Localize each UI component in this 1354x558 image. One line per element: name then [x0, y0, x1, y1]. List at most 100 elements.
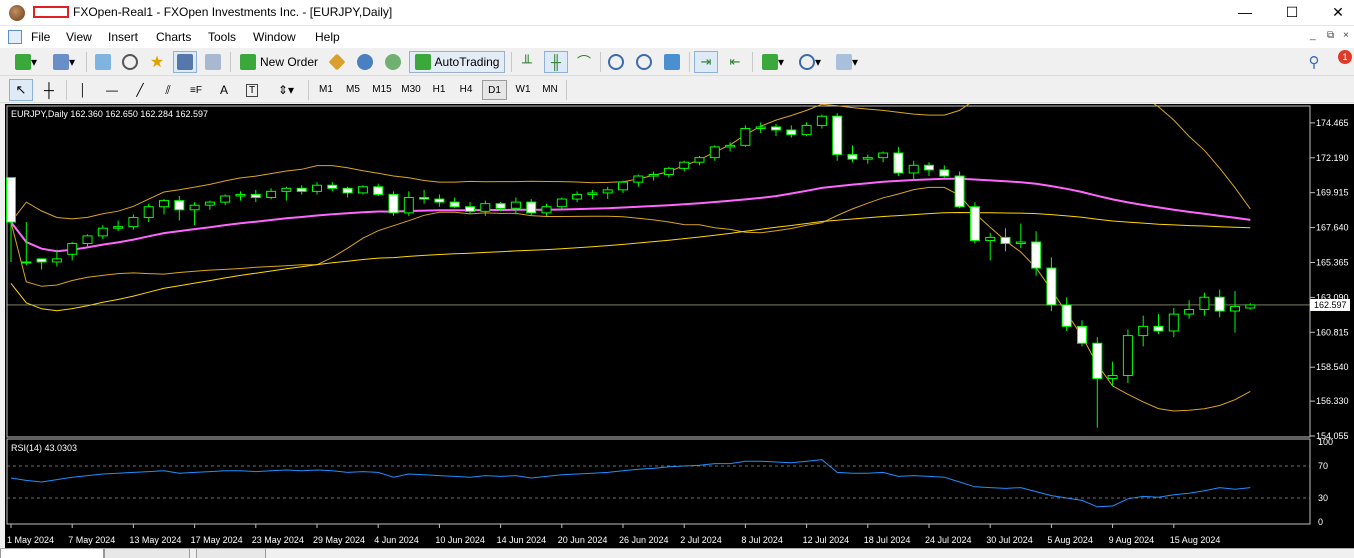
date-tick-label: 26 Jun 2024	[619, 535, 669, 545]
candle-body	[1168, 313, 1179, 332]
menu-view[interactable]: View	[66, 30, 92, 44]
timeframe-m1[interactable]: M1	[313, 80, 339, 100]
maximize-button[interactable]: ☐	[1269, 0, 1315, 26]
timeframe-mn[interactable]: MN	[538, 80, 562, 100]
search-button[interactable]: ⚲	[1304, 51, 1324, 73]
candle-body	[924, 164, 934, 171]
date-tick-label: 13 May 2024	[129, 535, 181, 545]
strategy-tester-button[interactable]	[202, 51, 224, 73]
timeframe-m15[interactable]: M15	[367, 80, 397, 100]
price-axis: 174.465172.190169.915167.640165.365163.0…	[1310, 118, 1350, 441]
menu-insert[interactable]: Insert	[108, 30, 138, 44]
close-button[interactable]: ✕	[1315, 0, 1354, 26]
metaeditor-button[interactable]	[326, 51, 348, 73]
zoom-in-button[interactable]	[605, 51, 627, 73]
candle-body	[220, 195, 231, 203]
candle-body	[648, 174, 659, 177]
timeframe-h1[interactable]: H1	[427, 80, 451, 100]
channel-tool[interactable]: ⫽	[157, 79, 179, 101]
candle-body	[847, 154, 858, 160]
crosshair-tool[interactable]: ┼	[38, 79, 60, 101]
candle-body	[541, 206, 552, 214]
candle-body	[755, 126, 766, 129]
candle-body	[572, 193, 583, 200]
indicators-icon	[761, 54, 778, 70]
chart-shift-button[interactable]: ⇤	[724, 51, 746, 73]
menu-file[interactable]: File	[31, 30, 50, 44]
market-watch-button[interactable]	[92, 51, 114, 73]
zoom-out-button[interactable]	[633, 51, 655, 73]
menu-charts[interactable]: Charts	[156, 30, 191, 44]
timeframe-h4[interactable]: H4	[454, 80, 478, 100]
menu-window[interactable]: Window	[253, 30, 296, 44]
text-label-tool[interactable]: T	[241, 79, 263, 101]
arrows-tool[interactable]: ⇕▾	[270, 79, 302, 101]
candle-body	[786, 129, 797, 136]
indicators-button[interactable]: ▾	[757, 51, 789, 73]
candlestick-button[interactable]: ╫	[544, 51, 568, 73]
bar-chart-button[interactable]: ╨	[516, 51, 538, 73]
terminal-button[interactable]	[173, 51, 197, 73]
price-tick-label: 174.465	[1316, 118, 1349, 128]
tile-windows-icon	[664, 54, 680, 70]
text-icon: A	[219, 83, 228, 97]
candle-body	[1077, 325, 1087, 344]
templates-button[interactable]: ▾	[831, 51, 863, 73]
line-chart-button[interactable]: ⌒	[573, 51, 595, 73]
new-order-button[interactable]: New Order	[236, 51, 322, 73]
tile-windows-button[interactable]	[661, 51, 683, 73]
candle-body	[1000, 236, 1011, 245]
search-icon: ⚲	[1308, 54, 1320, 71]
date-tick-label: 18 Jul 2024	[864, 535, 911, 545]
mdi-close-button[interactable]: ×	[1343, 30, 1349, 41]
trendline-tool[interactable]: ╱	[129, 79, 151, 101]
vertical-line-tool[interactable]: │	[72, 79, 94, 101]
autotrading-button[interactable]: AutoTrading	[409, 51, 505, 73]
mdi-restore-button[interactable]: ⧉	[1327, 30, 1334, 41]
signals-button[interactable]	[354, 51, 376, 73]
timeframe-w1[interactable]: W1	[511, 80, 535, 100]
text-tool[interactable]: A	[213, 79, 235, 101]
rsi-tick-label: 100	[1318, 437, 1333, 447]
candle-body	[174, 200, 185, 211]
title-bar: FXOpen-Real1 - FXOpen Investments Inc. -…	[0, 0, 1354, 26]
chart-canvas[interactable]: EURJPY,Daily 162.360 162.650 162.284 162…	[5, 69, 1354, 548]
periods-button[interactable]: ▾	[794, 51, 826, 73]
candle-body	[1061, 304, 1072, 327]
cursor-tool[interactable]: ↖	[9, 79, 33, 101]
candle-body	[878, 152, 889, 159]
candle-body	[633, 175, 644, 183]
new-order-label: New Order	[259, 55, 318, 69]
trendline-icon: ╱	[136, 83, 144, 97]
menu-help[interactable]: Help	[315, 30, 340, 44]
candle-body	[969, 206, 980, 241]
profiles-button[interactable]: ▾	[48, 51, 80, 73]
crosshair-icon: ┼	[44, 82, 54, 98]
horizontal-line-tool[interactable]: —	[101, 79, 123, 101]
price-tick-label: 160.815	[1316, 327, 1349, 337]
candle-body	[419, 197, 430, 200]
mdi-minimize-button[interactable]: _	[1310, 30, 1316, 41]
timeframe-d1[interactable]: D1	[482, 80, 507, 100]
chart-window[interactable]: EURJPY,Daily 162.360 162.650 162.284 162…	[5, 69, 1354, 557]
navigator-button[interactable]	[119, 51, 141, 73]
timeframe-m30[interactable]: M30	[397, 80, 425, 100]
candles-group	[6, 113, 1256, 428]
indicator-overlays	[7, 69, 1310, 508]
bollinger-lower-band	[10, 186, 1251, 412]
notifications-button[interactable]: 1	[1330, 50, 1352, 73]
date-tick-label: 17 May 2024	[191, 535, 243, 545]
market-button[interactable]	[382, 51, 404, 73]
fibonacci-tool[interactable]: ≡F	[185, 79, 207, 101]
chart-symbol-header: EURJPY,Daily 162.360 162.650 162.284 162…	[11, 109, 208, 119]
chart-shift-icon: ⇤	[729, 54, 741, 69]
candle-body	[235, 193, 246, 197]
timeframe-m5[interactable]: M5	[340, 80, 366, 100]
minimize-button[interactable]: —	[1222, 0, 1268, 26]
zoom-in-icon	[608, 54, 624, 70]
favorites-button[interactable]: ★	[146, 51, 168, 73]
candle-body	[587, 192, 598, 195]
auto-scroll-button[interactable]: ⇥	[694, 51, 718, 73]
menu-tools[interactable]: Tools	[208, 30, 236, 44]
new-chart-button[interactable]: ▾	[10, 51, 42, 73]
